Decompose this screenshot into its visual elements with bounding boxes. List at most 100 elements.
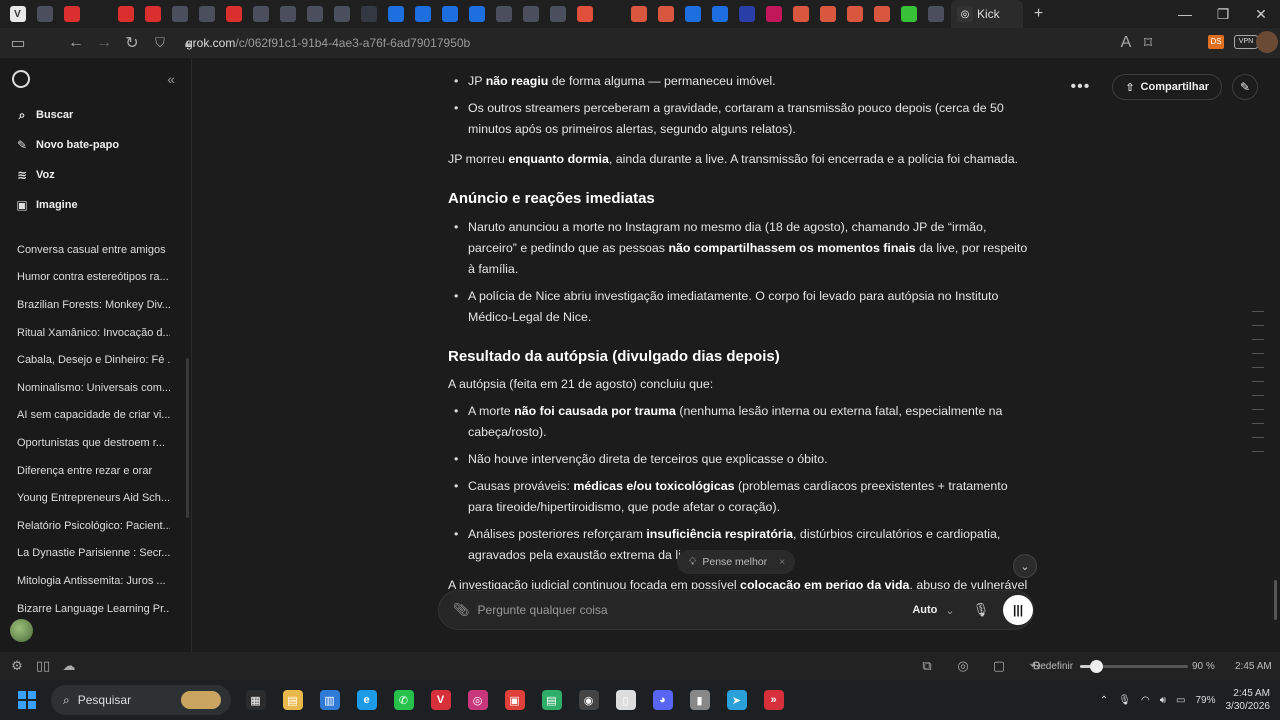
sidebar-action[interactable]: ✎ Novo bate-papo xyxy=(0,130,191,160)
tab-item[interactable] xyxy=(600,0,623,28)
taskbar-app[interactable]: ◉ xyxy=(570,680,607,720)
camera-icon[interactable]: ◎ xyxy=(950,658,976,674)
prompt-input[interactable] xyxy=(477,603,897,617)
maximize-icon[interactable]: ❐ xyxy=(1204,0,1242,28)
share-button[interactable]: ⇧ Compartilhar xyxy=(1112,74,1222,100)
mic-tray-icon[interactable]: 🎙︎ xyxy=(1118,695,1131,706)
zoom-knob[interactable] xyxy=(1090,660,1104,673)
tab-item[interactable] xyxy=(222,0,245,28)
taskbar-app[interactable]: ◕ xyxy=(644,680,681,720)
start-button[interactable] xyxy=(8,680,45,720)
sidebar-action[interactable]: ▣ Imagine xyxy=(0,190,191,220)
attach-icon[interactable]: 📎︎ xyxy=(453,602,470,618)
taskbar-app[interactable]: e xyxy=(348,680,385,720)
tab-item[interactable] xyxy=(411,0,434,28)
tab-item[interactable] xyxy=(627,0,650,28)
edit-icon[interactable]: ✎ xyxy=(1232,74,1258,100)
tab-item[interactable] xyxy=(762,0,785,28)
tab-kick[interactable]: ◎ Kick xyxy=(951,0,1023,28)
tab-item[interactable] xyxy=(114,0,137,28)
taskbar-app[interactable]: V xyxy=(422,680,459,720)
tab-item[interactable] xyxy=(141,0,164,28)
history-item[interactable]: Conversa casual entre amigos xyxy=(0,236,170,264)
tab-item[interactable] xyxy=(492,0,515,28)
window-icon[interactable]: ▢ xyxy=(986,658,1012,674)
tab-item[interactable] xyxy=(303,0,326,28)
panel-toggle-icon[interactable]: ▭ xyxy=(4,29,32,57)
tab-item[interactable] xyxy=(276,0,299,28)
tab-item[interactable] xyxy=(573,0,596,28)
tab-item[interactable] xyxy=(924,0,947,28)
new-tab-button[interactable]: + xyxy=(1027,0,1050,28)
tab-item[interactable] xyxy=(816,0,839,28)
chip-close-icon[interactable]: × xyxy=(779,556,785,568)
tab-item[interactable] xyxy=(195,0,218,28)
sidebar-action[interactable]: ≋ Voz xyxy=(0,160,191,190)
taskbar-app[interactable]: ◎ xyxy=(459,680,496,720)
history-item[interactable]: Ritual Xamânico: Invocação d... xyxy=(0,319,170,347)
history-item[interactable]: La Dynastie Parisienne : Secr... xyxy=(0,540,170,568)
tab-item[interactable] xyxy=(249,0,272,28)
scroll-down-button[interactable]: ⌄ xyxy=(1013,554,1037,578)
mic-icon[interactable]: 🎙︎ xyxy=(973,602,990,618)
history-item[interactable]: Bizarre Language Learning Pr... xyxy=(0,595,170,623)
tab-item[interactable] xyxy=(168,0,191,28)
wifi-icon[interactable]: ◠ xyxy=(1141,695,1150,706)
collapse-sidebar-icon[interactable]: « xyxy=(167,71,175,87)
tab-item[interactable] xyxy=(519,0,542,28)
browser-menu-button[interactable]: V xyxy=(6,0,29,28)
battery-icon[interactable]: ▭ xyxy=(1176,695,1185,706)
tab-item[interactable] xyxy=(384,0,407,28)
tab-item[interactable] xyxy=(33,0,56,28)
tab-item[interactable] xyxy=(546,0,569,28)
taskbar-app[interactable]: ▤ xyxy=(533,680,570,720)
capture-icon[interactable]: ⧉ xyxy=(914,658,940,674)
bookmark-icon[interactable]: ⌑ xyxy=(1134,29,1162,57)
cloud-icon[interactable]: ☁ xyxy=(56,658,82,674)
taskbar-clock[interactable]: 2:45 AM 3/30/2026 xyxy=(1226,687,1271,713)
back-icon[interactable]: ← xyxy=(62,29,90,57)
shield-icon[interactable]: ⛉ xyxy=(146,29,174,57)
settings-icon[interactable]: ⚙ xyxy=(4,658,30,674)
tab-item[interactable] xyxy=(465,0,488,28)
sidebar-action[interactable]: ⌕ Buscar xyxy=(0,100,191,130)
more-options-icon[interactable]: ••• xyxy=(1071,78,1091,96)
voice-mode-button[interactable]: ||| xyxy=(1003,595,1033,625)
taskbar-app[interactable]: ▥ xyxy=(311,680,348,720)
volume-icon[interactable]: 🔊︎ xyxy=(1160,695,1166,706)
taskbar-app[interactable]: ▮ xyxy=(681,680,718,720)
reload-icon[interactable]: ↻ xyxy=(118,29,146,57)
tab-item[interactable] xyxy=(681,0,704,28)
history-item[interactable]: Cabala, Desejo e Dinheiro: Fé ... xyxy=(0,346,170,374)
tab-item[interactable] xyxy=(870,0,893,28)
history-item[interactable]: Diferença entre rezar e orar xyxy=(0,457,170,485)
tab-item[interactable] xyxy=(60,0,83,28)
forward-icon[interactable]: → xyxy=(90,29,118,57)
extension-icon[interactable]: DS xyxy=(1208,35,1224,49)
message-minimap[interactable] xyxy=(1252,311,1264,465)
taskbar-app[interactable]: ▣ xyxy=(496,680,533,720)
taskbar-search[interactable]: ⌕ Pesquisar xyxy=(51,685,231,715)
minimize-icon[interactable]: — xyxy=(1166,0,1204,28)
tab-item[interactable] xyxy=(708,0,731,28)
tab-item[interactable] xyxy=(654,0,677,28)
history-item[interactable]: Mitologia Antissemita: Juros ... xyxy=(0,567,170,595)
taskbar-app[interactable]: ▦ xyxy=(237,680,274,720)
history-item[interactable]: Relatório Psicológico: Pacient... xyxy=(0,512,170,540)
taskbar-app[interactable]: ▯ xyxy=(607,680,644,720)
user-avatar[interactable] xyxy=(10,619,33,642)
zoom-slider[interactable] xyxy=(1080,660,1188,673)
taskbar-app[interactable]: » xyxy=(755,680,792,720)
mode-select[interactable]: Auto ⌄ xyxy=(912,604,954,617)
profile-avatar[interactable] xyxy=(1256,31,1278,53)
tab-item[interactable] xyxy=(897,0,920,28)
tab-item[interactable] xyxy=(330,0,353,28)
tab-item[interactable] xyxy=(357,0,380,28)
tab-item[interactable] xyxy=(789,0,812,28)
tab-item[interactable] xyxy=(87,0,110,28)
think-harder-chip[interactable]: 💡︎ Pense melhor × xyxy=(677,550,795,574)
history-item[interactable]: Brazilian Forests: Monkey Div... xyxy=(0,291,170,319)
taskbar-app[interactable]: ➤ xyxy=(718,680,755,720)
sidebar-scrollbar[interactable] xyxy=(186,358,189,518)
taskbar-app[interactable]: ✆ xyxy=(385,680,422,720)
